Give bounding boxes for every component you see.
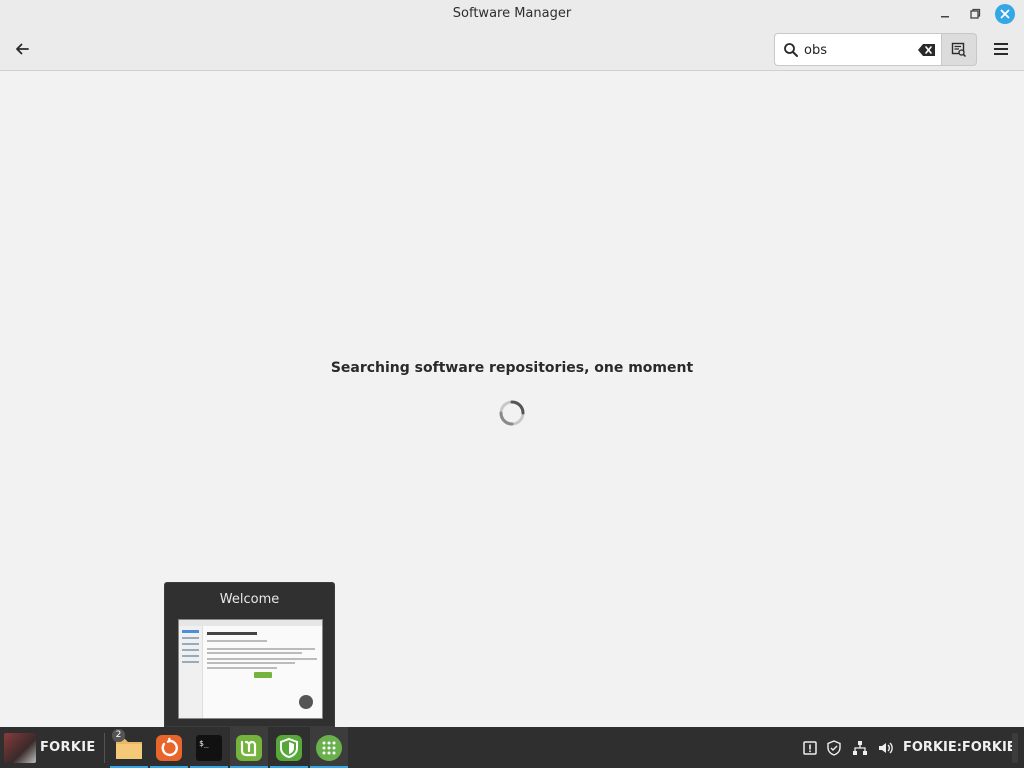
preview-thumbnail[interactable] (178, 619, 323, 719)
window-title: Software Manager (452, 6, 572, 21)
searching-status-text: Searching software repositories, one mom… (330, 360, 694, 376)
maximize-button[interactable] (965, 4, 985, 24)
search-box (774, 33, 977, 66)
menu-label: FORKIE (40, 740, 96, 755)
window-titlebar[interactable]: Software Manager (0, 0, 1024, 28)
launcher-update-manager[interactable] (150, 727, 188, 768)
shield-icon (276, 734, 302, 761)
taskbar-separator (104, 733, 105, 763)
restore-icon (970, 8, 981, 19)
search-entry[interactable] (774, 33, 941, 66)
search-icon (784, 43, 798, 57)
search-description-icon (951, 42, 967, 57)
header-bar (0, 28, 1024, 71)
launcher-welcome[interactable] (310, 727, 348, 768)
network-icon (853, 740, 867, 755)
launcher-terminal[interactable]: $_ (190, 727, 228, 768)
window-preview-popup[interactable]: Welcome (164, 582, 335, 727)
clear-search-icon[interactable] (917, 42, 937, 58)
mint-logo-icon (236, 734, 262, 761)
welcome-icon (316, 734, 342, 761)
search-in-descriptions-toggle[interactable] (941, 33, 977, 66)
terminal-icon: $_ (196, 734, 222, 761)
shield-tray-icon (827, 739, 841, 756)
back-button[interactable] (8, 36, 36, 62)
hamburger-menu-button[interactable] (988, 36, 1014, 62)
start-menu-button[interactable]: FORKIE (0, 727, 102, 768)
preview-title: Welcome (219, 592, 280, 607)
minimize-button[interactable] (935, 4, 955, 24)
notification-icon (803, 740, 817, 755)
volume-icon (879, 742, 893, 753)
hamburger-icon (994, 43, 1008, 55)
tray-volume[interactable] (875, 727, 897, 768)
search-input[interactable] (804, 40, 914, 60)
close-button[interactable] (995, 4, 1015, 24)
tray-notifications[interactable] (799, 727, 821, 768)
tray-network[interactable] (849, 727, 871, 768)
show-desktop-button[interactable] (1012, 733, 1018, 763)
menu-avatar-icon (4, 733, 36, 763)
file-manager-window-count-badge: 2 (112, 729, 125, 742)
minimize-icon (941, 16, 949, 18)
tray-shield[interactable] (823, 727, 845, 768)
close-icon (1000, 9, 1010, 19)
launcher-shield[interactable] (270, 727, 308, 768)
update-manager-icon (156, 734, 182, 761)
user-label[interactable]: FORKIE:FORKIE (903, 740, 1016, 755)
loading-spinner-icon (499, 400, 525, 426)
svg-text:$_: $_ (199, 739, 209, 748)
taskbar: FORKIE 2 $_ FORKIE:FORKIE (0, 727, 1024, 768)
launcher-software-manager[interactable] (230, 727, 268, 768)
arrow-left-icon (16, 43, 29, 55)
